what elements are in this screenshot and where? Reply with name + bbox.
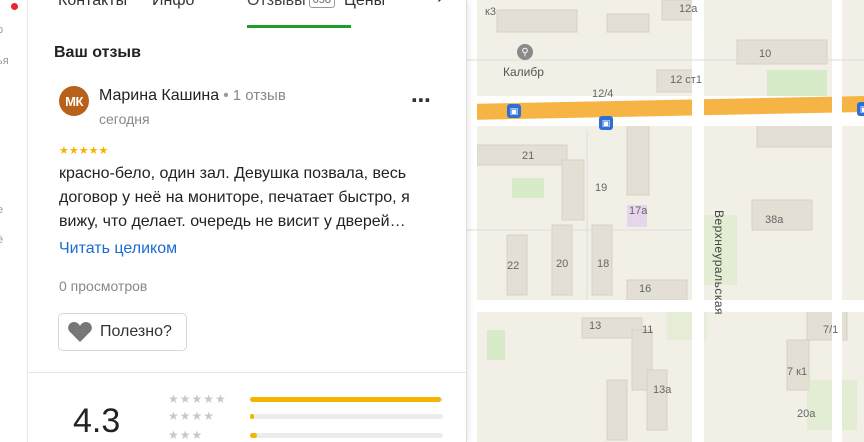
map-label: 11 — [642, 324, 654, 336]
tabs-next-arrow-icon[interactable]: › — [437, 0, 444, 9]
useful-button[interactable]: Полезно? — [58, 313, 187, 351]
map-label: 20 — [556, 258, 569, 270]
map-label: 19 — [595, 182, 608, 194]
map-label: 18 — [597, 258, 610, 270]
left-rail: р ья е ё — [0, 0, 28, 442]
rating-row: ★★★★★ — [168, 392, 448, 406]
average-rating: 4.3 — [73, 402, 121, 440]
tab-overflow-icon: ⟡ — [404, 0, 415, 4]
review-date: сегодня — [99, 111, 150, 127]
review-text-line: договор у неё на мониторе, печатает быст… — [59, 189, 410, 206]
bus-stop-icon[interactable]: ▣ — [599, 116, 613, 130]
bus-stop-icon[interactable]: ▣ — [507, 104, 521, 118]
map-label: 20а — [797, 408, 816, 420]
views-count: 0 просмотров — [59, 278, 148, 294]
rail-fragment: ья — [0, 55, 9, 67]
poi-pin-icon[interactable]: ⚲ — [517, 44, 533, 60]
tab-info[interactable]: Инфо — [152, 0, 194, 28]
more-options-button[interactable]: ⋯ — [411, 88, 432, 113]
useful-button-label: Полезно? — [100, 323, 172, 340]
rating-row-stars: ★★★ — [168, 428, 204, 442]
rating-bar-track — [250, 433, 443, 438]
rating-row-stars: ★★★★★ — [168, 392, 227, 406]
read-more-link[interactable]: Читать целиком — [59, 240, 177, 258]
rail-fragment: ё — [0, 234, 3, 246]
rail-fragment: р — [0, 24, 3, 36]
map-label: 10 — [759, 48, 772, 60]
map-label: 13 — [589, 320, 602, 332]
map-label: 7 к1 — [787, 366, 808, 378]
street-label: Верхнеуральская — [712, 210, 726, 316]
active-tab-indicator — [247, 25, 351, 28]
author-name[interactable]: Марина Кашина — [99, 87, 219, 104]
rating-bar-fill — [250, 414, 254, 419]
review-text-line: красно-бело, один зал. Девушка позвала, … — [59, 165, 407, 182]
rail-fragment: е — [0, 204, 3, 216]
tab-reviews[interactable]: Отзывы 658 — [247, 0, 335, 28]
bus-stop-icon[interactable]: ▣ — [857, 102, 864, 116]
map-label: 12а — [679, 3, 698, 15]
notification-dot — [11, 3, 18, 10]
review-author-line: Марина Кашина • 1 отзыв — [99, 87, 286, 105]
review-rating-stars: ★★★★★ — [59, 145, 109, 157]
tab-prices[interactable]: Цены — [344, 0, 385, 28]
rating-bar-track — [250, 414, 443, 419]
map-label: 7/1 — [823, 324, 839, 336]
avatar[interactable]: МК — [59, 86, 89, 116]
map-label: 22 — [507, 260, 520, 272]
map-label: 21 — [522, 150, 535, 162]
map-label: 12 ст1 — [670, 74, 702, 86]
map-label: 12/4 — [592, 88, 614, 100]
rating-row: ★★★★ — [168, 409, 448, 423]
reviews-count-badge: 658 — [308, 0, 335, 8]
map-label: к3 — [485, 6, 496, 18]
separator: • — [223, 87, 229, 104]
map-label: 38а — [765, 214, 784, 226]
author-review-count: 1 отзыв — [232, 87, 286, 104]
rating-bar-track — [250, 397, 443, 402]
section-title: Ваш отзыв — [54, 44, 141, 61]
rating-row: ★★★ — [168, 428, 448, 442]
rating-row-stars: ★★★★ — [168, 409, 216, 423]
rating-bar-fill — [250, 397, 442, 402]
poi-label[interactable]: Калибр — [503, 65, 544, 79]
place-panel: Контакты Инфо Отзывы658 Цены ⟡ › Ваш отз… — [28, 0, 467, 442]
map-label: 17а — [629, 205, 648, 217]
map-label: 16 — [639, 283, 652, 295]
divider — [28, 372, 466, 373]
map[interactable]: к3 12а 10 12 ст1 12/4 21 19 17а 38а 22 2… — [467, 0, 864, 442]
review-text-line: вижу, что делает. очередь не висит у две… — [59, 213, 406, 230]
tab-contacts[interactable]: Контакты — [58, 0, 127, 28]
review-text: красно-бело, один зал. Девушка позвала, … — [59, 162, 451, 234]
rating-bar-fill — [250, 433, 257, 438]
heart-icon — [68, 322, 92, 342]
map-label: 13а — [653, 384, 672, 396]
tab-bar: Контакты Инфо Отзывы658 Цены ⟡ › — [28, 0, 466, 28]
